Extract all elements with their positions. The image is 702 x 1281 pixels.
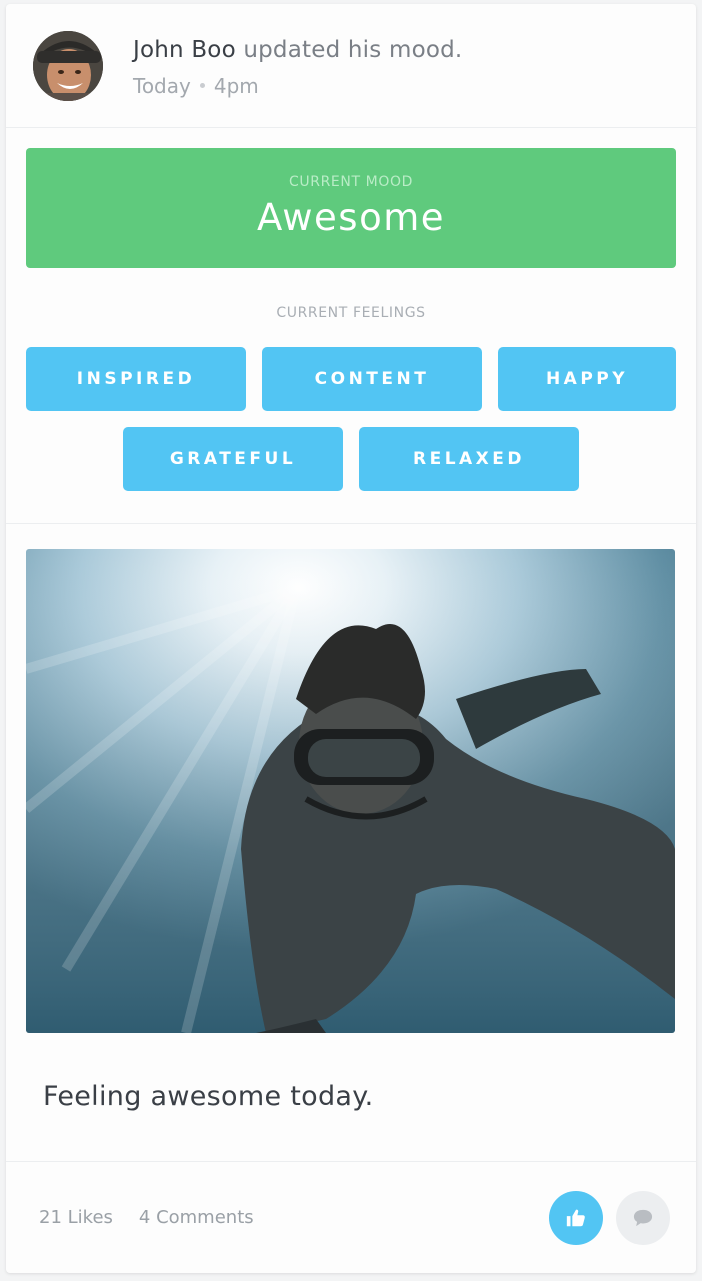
thumbs-up-icon [566,1209,585,1227]
post-header: John Boo updated his mood. Today 4pm [6,4,696,127]
feeling-chip-inspired[interactable]: INSPIRED [26,347,246,411]
post-timestamp: Today 4pm [133,74,259,98]
like-button[interactable] [549,1191,603,1245]
current-mood-label: CURRENT MOOD [289,174,413,190]
author-name[interactable]: John Boo [133,37,236,63]
underwater-selfie-image [26,549,675,1033]
current-mood-banner: CURRENT MOOD Awesome [26,148,676,268]
mood-post-card: John Boo updated his mood. Today 4pm CURR… [6,4,696,1273]
avatar-image [33,31,103,101]
current-mood-value: Awesome [256,196,446,239]
post-caption: Feeling awesome today. [43,1081,374,1112]
post-action-text: updated his mood. [243,37,463,63]
current-feelings-label: CURRENT FEELINGS [276,305,426,321]
separator-dot [199,83,205,88]
feeling-chip-relaxed[interactable]: RELAXED [359,427,579,491]
post-day: Today [133,74,191,98]
divider [6,127,696,128]
avatar[interactable] [33,31,103,101]
divider [6,523,696,524]
comments-count[interactable]: 4 Comments [139,1207,254,1228]
post-stats: 21 Likes 4 Comments [39,1207,254,1228]
feeling-chip-content[interactable]: CONTENT [262,347,482,411]
post-headline: John Boo updated his mood. [133,37,462,63]
likes-count[interactable]: 21 Likes [39,1207,113,1228]
divider [6,1161,696,1162]
feeling-chip-happy[interactable]: HAPPY [498,347,676,411]
feeling-chip-grateful[interactable]: GRATEFUL [123,427,343,491]
post-photo[interactable] [26,549,675,1033]
comment-button[interactable] [616,1191,670,1245]
post-time: 4pm [213,74,259,98]
comment-bubble-icon [633,1209,653,1227]
